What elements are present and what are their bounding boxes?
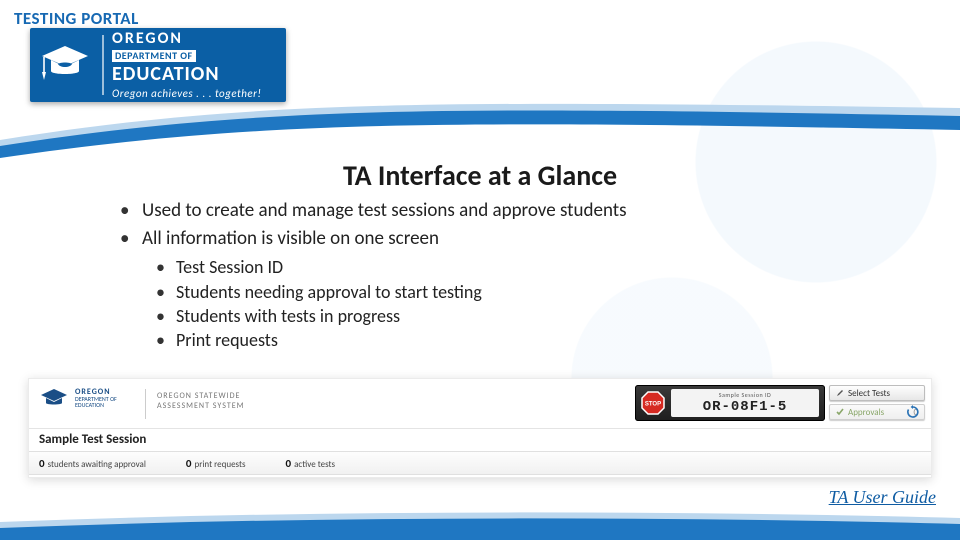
ta-small-logo: OREGON DEPARTMENT OF EDUCATION	[39, 387, 117, 409]
approvals-button[interactable]: Approvals 0	[829, 404, 925, 420]
session-id-panel: STOP Sample Session ID OR-08F1-5	[635, 385, 825, 421]
session-id-label: Sample Session ID	[719, 391, 771, 399]
ta-system-name: OREGON STATEWIDE ASSESSMENT SYSTEM	[157, 391, 244, 411]
bullet-item: All information is visible on one screen…	[120, 226, 880, 353]
session-id-value: OR-08F1-5	[703, 399, 788, 415]
sub-bullet: Students with tests in progress	[142, 304, 880, 328]
ta-user-guide-link[interactable]: TA User Guide	[829, 487, 936, 508]
count-label: active tests	[294, 459, 335, 470]
count-awaiting: 0students awaiting approval	[39, 457, 146, 470]
ta-system-line: ASSESSMENT SYSTEM	[157, 401, 244, 411]
ta-status-bar: 0students awaiting approval 0print reque…	[29, 451, 931, 475]
logo-tagline: Oregon achieves . . . together!	[112, 88, 261, 99]
count-print: 0print requests	[186, 457, 246, 470]
stop-session-button[interactable]: STOP	[641, 391, 665, 415]
logo-divider	[102, 35, 104, 95]
ta-divider	[145, 389, 146, 419]
sub-bullet: Print requests	[142, 328, 880, 352]
count-value: 0	[39, 457, 45, 470]
logo-text: OREGON DEPARTMENT OF EDUCATION Oregon ac…	[112, 31, 261, 99]
session-id-display: Sample Session ID OR-08F1-5	[671, 389, 819, 417]
ta-system-line: OREGON STATEWIDE	[157, 391, 244, 401]
header-swoosh	[0, 100, 960, 158]
count-value: 0	[186, 457, 192, 470]
grad-cap-icon	[38, 38, 92, 92]
select-tests-button[interactable]: Select Tests	[829, 385, 925, 401]
slide: TESTING PORTAL OREGON DEPARTMENT OF EDUC…	[0, 0, 960, 540]
count-label: print requests	[195, 459, 246, 470]
logo-edu: EDUCATION	[112, 64, 261, 84]
count-active: 0active tests	[286, 457, 336, 470]
svg-text:STOP: STOP	[645, 402, 661, 408]
slide-body: Used to create and manage test sessions …	[120, 198, 880, 354]
ode-logo-badge: OREGON DEPARTMENT OF EDUCATION Oregon ac…	[30, 28, 286, 102]
ta-topbar: OREGON DEPARTMENT OF EDUCATION OREGON ST…	[29, 379, 931, 429]
count-label: students awaiting approval	[48, 459, 146, 470]
logo-dept: DEPARTMENT OF	[112, 50, 196, 62]
section-label: TESTING PORTAL	[14, 8, 139, 29]
sub-bullet: Students needing approval to start testi…	[142, 280, 880, 304]
approvals-label: Approvals	[848, 407, 884, 418]
grad-cap-icon	[39, 387, 69, 409]
bullet-text: All information is visible on one screen	[142, 227, 439, 250]
refresh-icon[interactable]	[906, 405, 920, 419]
slide-title: TA Interface at a Glance	[0, 158, 960, 193]
bullet-item: Used to create and manage test sessions …	[120, 198, 880, 224]
check-icon	[836, 408, 844, 416]
pencil-icon	[836, 389, 844, 397]
footer-swoosh	[0, 512, 960, 540]
count-value: 0	[286, 457, 292, 470]
session-title: Sample Test Session	[39, 432, 146, 447]
ta-session-header: Sample Test Session	[29, 429, 931, 451]
logo-state: OREGON	[112, 31, 261, 47]
ta-side-buttons: Select Tests Approvals 0	[829, 385, 925, 420]
select-tests-label: Select Tests	[848, 388, 890, 399]
sub-bullet: Test Session ID	[142, 255, 880, 279]
ta-interface-screenshot: OREGON DEPARTMENT OF EDUCATION OREGON ST…	[28, 378, 932, 478]
